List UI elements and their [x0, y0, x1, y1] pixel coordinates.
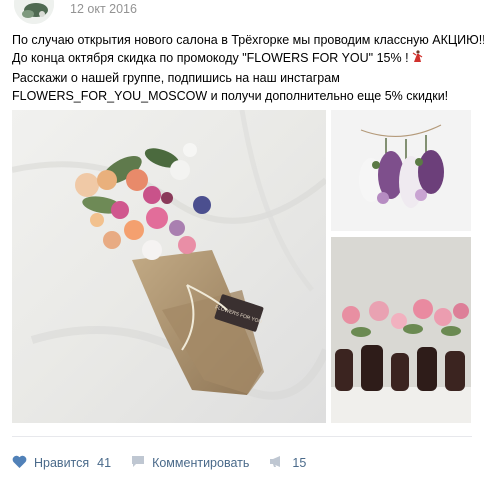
like-button[interactable]: Нравится 41 — [12, 455, 111, 472]
heart-icon — [12, 455, 34, 472]
dancer-emoji — [412, 50, 423, 69]
megaphone-icon — [269, 455, 292, 471]
post-date[interactable]: 12 окт 2016 — [70, 2, 137, 16]
promo-text: До конца октября скидка по промокоду "FL… — [12, 51, 409, 65]
comment-button[interactable]: Комментировать — [131, 455, 249, 471]
post-text-line: До конца октября скидка по промокоду "FL… — [12, 49, 474, 69]
like-label: Нравится — [34, 456, 90, 470]
post-actions: Нравится 41 Комментировать 15 — [12, 453, 326, 473]
repost-count: 15 — [292, 456, 307, 470]
hanging-flowers-photo[interactable] — [331, 110, 471, 231]
post-text-line: FLOWERS_FOR_YOU_MOSCOW и получи дополнит… — [12, 89, 449, 103]
repost-button[interactable]: 15 — [269, 455, 306, 471]
like-count: 41 — [97, 456, 112, 470]
avatar[interactable] — [14, 0, 54, 24]
bouquet-photo[interactable]: FLOWERS FOR YOU — [12, 110, 326, 423]
post-text-line: Расскажи о нашей группе, подпишись на на… — [12, 71, 340, 85]
post-text-line: По случаю открытия нового салона в Трёхг… — [12, 33, 484, 47]
roses-bottles-photo[interactable] — [331, 237, 471, 423]
comment-icon — [131, 455, 152, 471]
comment-label: Комментировать — [152, 456, 250, 470]
post-text: По случаю открытия нового салона в Трёхг… — [12, 31, 484, 105]
post-divider — [12, 436, 472, 437]
